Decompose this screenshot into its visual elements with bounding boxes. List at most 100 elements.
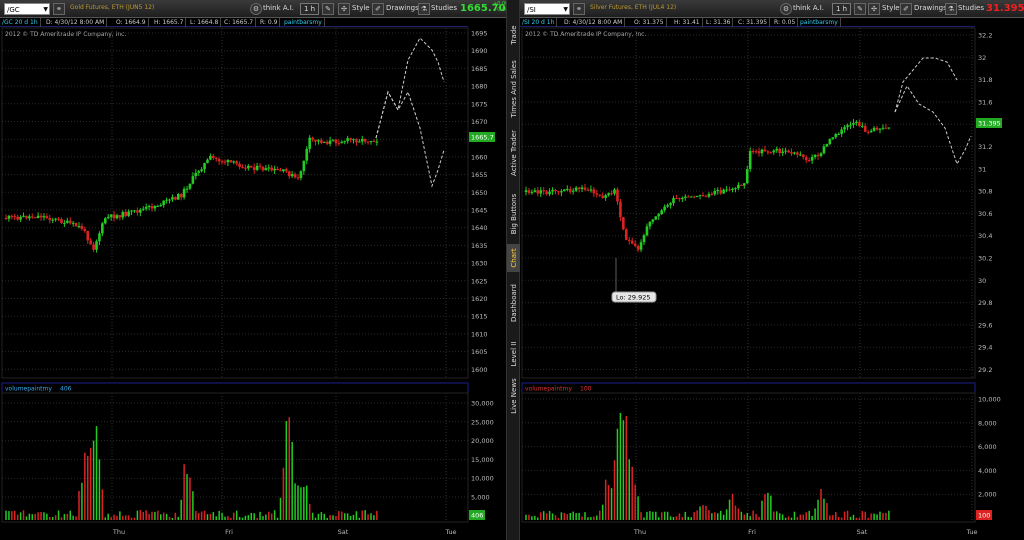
candle-body [168, 199, 171, 201]
candle-body [530, 192, 534, 194]
price-axis-label: 31 [978, 165, 986, 173]
price-axis-label: 1685 [471, 65, 488, 73]
candle-body [293, 174, 297, 178]
candle-body [352, 139, 355, 141]
candle-body [206, 159, 209, 164]
candle-body [4, 218, 8, 219]
candle-body [305, 148, 309, 161]
candle-body [13, 216, 17, 218]
candle-body [106, 216, 110, 219]
candle-body [115, 215, 119, 219]
candle-body [731, 188, 734, 191]
price-axis-label: 1600 [471, 366, 488, 374]
volume-study-title: volumepaintmy [525, 386, 572, 393]
candle-body [560, 191, 563, 193]
volume-plot-area [1, 392, 469, 523]
time-axis-label: Tue [965, 528, 977, 536]
candle-body [725, 189, 728, 191]
candle-body [831, 137, 835, 139]
silver-chart-panel: /SI ▼ ⚭ Silver Futures, ETH (JUL4 12) ⚙ t… [520, 0, 1024, 540]
volume-study-title: volumepaintmy [5, 386, 52, 393]
candle-body [554, 189, 557, 192]
time-axis-label: Tue [444, 528, 456, 536]
candle-body [54, 218, 57, 220]
side-tab-chart[interactable]: Chart [507, 244, 521, 272]
candle-body [580, 187, 584, 189]
silver-chart-canvas[interactable]: 2012 © TD Ameritrade IP Company, Inc.32.… [520, 0, 1024, 540]
price-axis-label: 1690 [471, 47, 488, 55]
candle-body [261, 166, 265, 171]
candle-body [98, 233, 101, 242]
candle-body [314, 139, 317, 142]
candle-body [633, 243, 637, 246]
candle-body [136, 210, 139, 213]
candle-body [232, 161, 236, 163]
candle-body [566, 188, 569, 190]
candle-body [349, 138, 352, 141]
candle-body [322, 141, 326, 143]
candle-body [884, 127, 888, 129]
candle-body [296, 177, 300, 179]
candle-body [775, 148, 779, 151]
price-axis-label: 29.6 [978, 321, 992, 329]
candle-body [610, 193, 613, 195]
candle-body [760, 149, 764, 154]
candle-body [258, 165, 262, 167]
copyright-text: 2012 © TD Ameritrade IP Company, Inc. [5, 31, 126, 38]
side-tab-big-buttons[interactable]: Big Buttons [507, 186, 521, 242]
side-tab-level-ii[interactable]: Level II [507, 334, 521, 374]
candle-body [48, 218, 52, 221]
price-axis-label: 1605 [471, 348, 488, 356]
candle-body [247, 165, 250, 169]
candle-body [802, 154, 805, 158]
candle-body [162, 200, 165, 206]
candle-body [290, 174, 294, 177]
side-tab-times-and-sales[interactable]: Times And Sales [507, 58, 521, 120]
side-tab-live-news[interactable]: Live News [507, 376, 521, 416]
candle-body [197, 171, 201, 173]
candle-body [264, 168, 268, 171]
candle-body [369, 141, 373, 143]
side-tab-dashboard[interactable]: Dashboard [507, 274, 521, 332]
candle-body [153, 206, 157, 209]
candle-body [147, 206, 151, 208]
price-axis-label: 1675 [471, 100, 488, 108]
candle-body [778, 148, 781, 154]
candle-body [863, 125, 867, 132]
candle-body [282, 169, 285, 172]
candle-body [343, 141, 347, 143]
candle-body [214, 158, 218, 160]
candle-body [539, 190, 543, 194]
candle-body [217, 159, 221, 162]
candle-body [619, 201, 622, 218]
candle-body [642, 235, 646, 243]
volume-marker-label: 406 [471, 512, 483, 520]
candle-body [317, 140, 320, 142]
price-plot-area [1, 27, 469, 379]
side-tab-active-trader[interactable]: Active Trader [507, 122, 521, 184]
candle-body [872, 127, 876, 131]
price-axis-label: 30.4 [978, 232, 992, 240]
candle-body [666, 205, 669, 207]
candle-body [308, 137, 311, 149]
candle-body [25, 215, 28, 219]
candle-body [536, 190, 540, 194]
candle-body [769, 151, 773, 153]
candle-body [235, 161, 238, 164]
candle-body [130, 210, 133, 212]
candle-body [840, 129, 843, 134]
candle-body [340, 141, 344, 144]
candle-body [220, 161, 224, 163]
candle-body [719, 190, 722, 194]
candle-body [846, 125, 849, 128]
candle-body [156, 205, 160, 207]
candle-body [616, 189, 619, 202]
candle-body [743, 183, 746, 186]
side-tab-trade[interactable]: Trade [507, 14, 521, 56]
candle-body [545, 191, 548, 195]
price-axis-label: 1660 [471, 153, 488, 161]
gold-chart-canvas[interactable]: 2012 © TD Ameritrade IP Company, Inc. 169… [0, 0, 506, 540]
candle-body [524, 190, 528, 192]
price-axis-label: 32.2 [978, 32, 992, 40]
candle-body [334, 139, 338, 144]
